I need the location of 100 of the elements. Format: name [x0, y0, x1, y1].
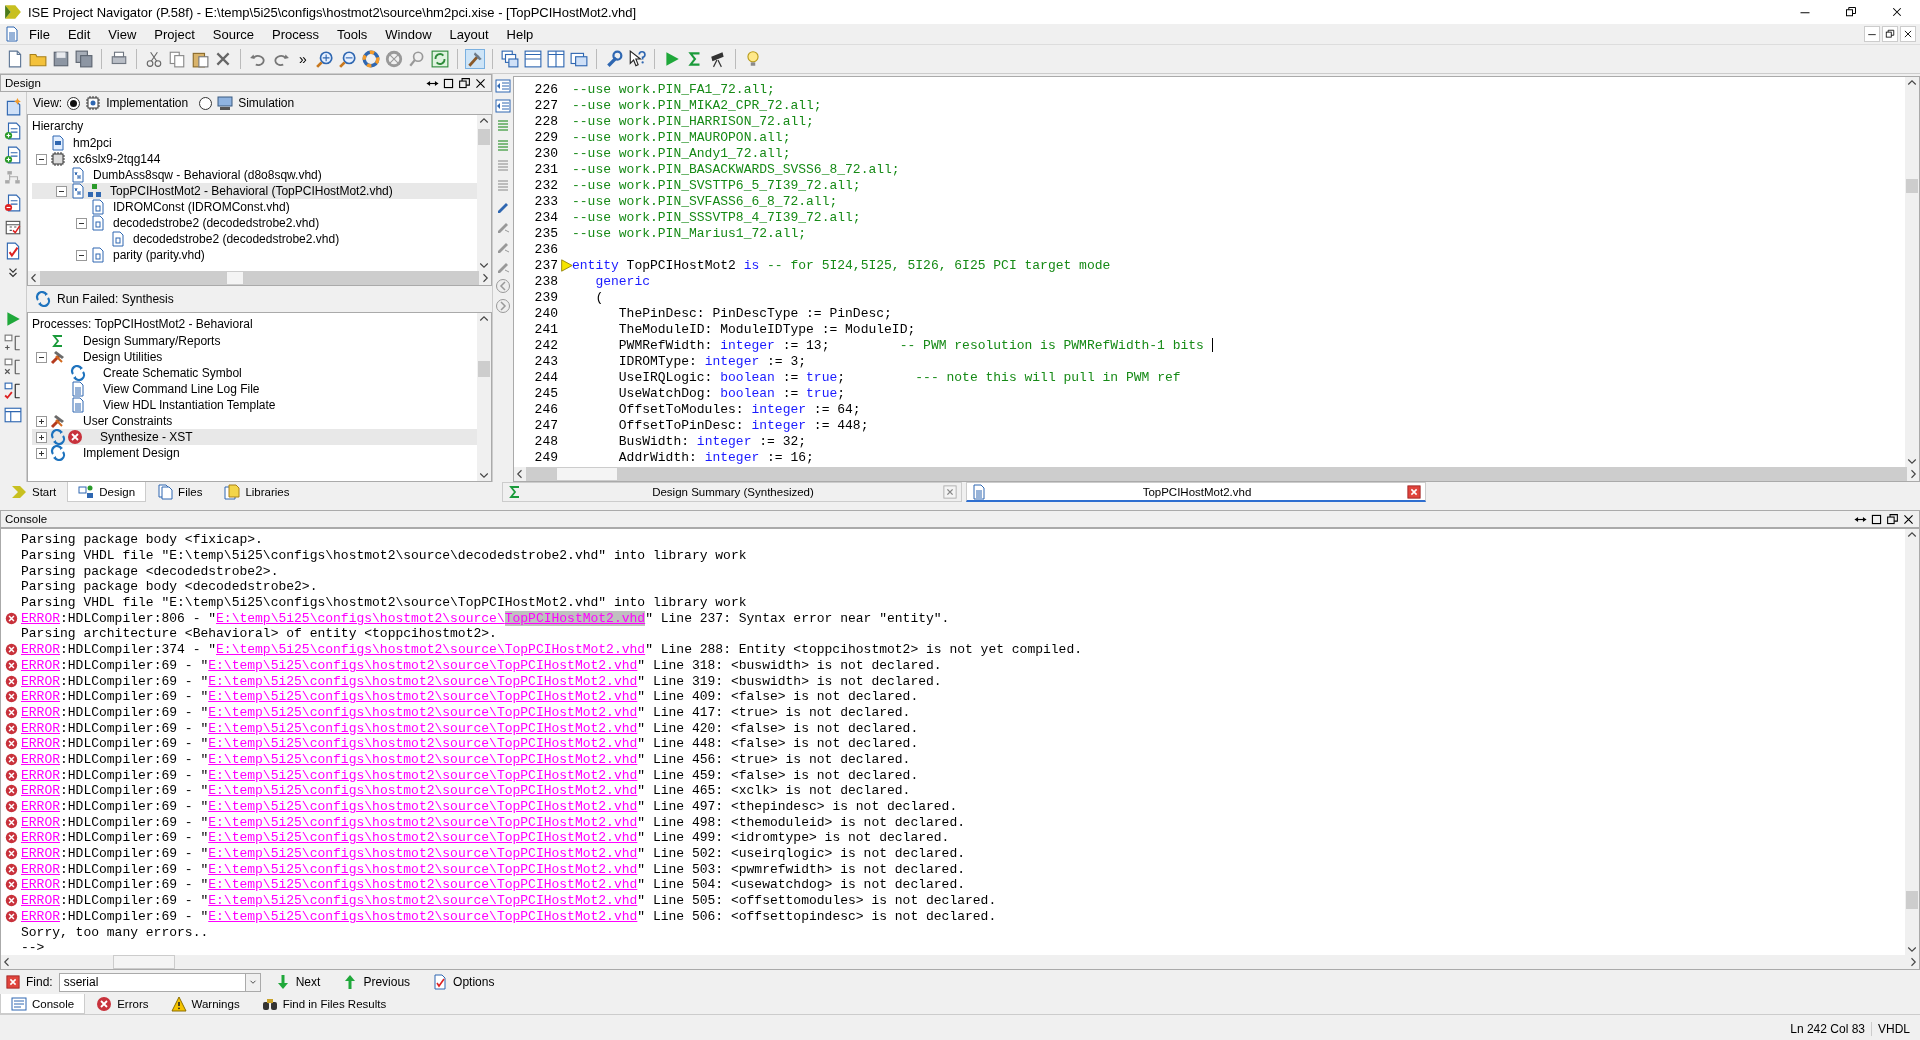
refresh-icon[interactable]: [430, 50, 449, 68]
tree-item[interactable]: Implement Design: [32, 445, 477, 461]
telescope-icon[interactable]: [708, 50, 727, 68]
restore-icon[interactable]: [458, 76, 471, 90]
minimize-button[interactable]: [1864, 26, 1880, 42]
menu-item[interactable]: Source: [203, 24, 263, 44]
menu-item[interactable]: Edit: [58, 24, 100, 44]
editor-tab[interactable]: TopPCIHostMot2.vhd: [966, 482, 1426, 502]
close-tab-icon[interactable]: [1407, 484, 1421, 499]
indent-icon[interactable]: [495, 78, 511, 94]
menu-item[interactable]: Window: [376, 24, 441, 44]
menu-item[interactable]: Process: [263, 24, 328, 44]
tree-item[interactable]: Design Utilities: [32, 349, 477, 365]
radio-button[interactable]: [67, 96, 81, 110]
panel-tab[interactable]: Design: [67, 482, 147, 502]
indent-icon[interactable]: [495, 98, 511, 114]
find-button[interactable]: Previous: [334, 974, 419, 990]
toolbar-overflow[interactable]: »: [295, 51, 311, 67]
scrollbar-thumb[interactable]: [556, 467, 618, 481]
cascade-windows-icon[interactable]: [500, 50, 519, 68]
console-tab[interactable]: Warnings: [159, 994, 251, 1014]
find-field[interactable]: sserial: [58, 972, 245, 992]
scrollbar-thumb[interactable]: [478, 361, 490, 377]
new-file-icon[interactable]: [6, 50, 24, 68]
tree-item[interactable]: Design Summary/Reports: [32, 333, 477, 349]
add-file-icon[interactable]: [4, 122, 22, 140]
process-icon[interactable]: [4, 334, 22, 352]
console-tab[interactable]: Errors: [85, 994, 160, 1014]
wrench-icon[interactable]: [604, 50, 623, 68]
tree-item[interactable]: hm2pci: [32, 135, 477, 151]
vertical-scrollbar[interactable]: [477, 115, 491, 271]
table-icon[interactable]: [4, 406, 22, 424]
process-check-icon[interactable]: [4, 382, 22, 400]
radio-button[interactable]: [199, 96, 213, 110]
zoom-out-icon[interactable]: [338, 50, 357, 68]
tree-item[interactable]: View Command Line Log File: [32, 381, 477, 397]
maximize-icon[interactable]: [442, 76, 455, 90]
save-icon[interactable]: [52, 50, 70, 68]
close-button[interactable]: [1900, 26, 1916, 42]
tree-item[interactable]: View HDL Instantiation Template: [32, 397, 477, 413]
tree-item[interactable]: Synthesize - XST: [32, 429, 477, 445]
panel-tab[interactable]: Libraries: [213, 482, 301, 502]
delete-icon[interactable]: [214, 50, 232, 68]
vertical-scrollbar[interactable]: [477, 313, 491, 481]
play-icon[interactable]: [4, 310, 22, 328]
zoom-in-icon[interactable]: [315, 50, 334, 68]
console-tab[interactable]: Console: [0, 994, 86, 1014]
menu-item[interactable]: File: [20, 24, 59, 44]
panel-tab[interactable]: Start: [0, 482, 68, 502]
scrollbar-thumb[interactable]: [1906, 891, 1918, 909]
new-source-icon[interactable]: [4, 98, 22, 116]
editor-tab[interactable]: Design Summary (Synthesized): [502, 482, 962, 502]
horizontal-scrollbar[interactable]: [514, 467, 1919, 481]
vertical-scrollbar[interactable]: [1905, 77, 1919, 467]
scrollbar-thumb[interactable]: [226, 271, 244, 285]
tree-item[interactable]: xc6slx9-2tqg144: [32, 151, 477, 167]
tree-item[interactable]: decodedstrobe2 (decodedstrobe2.vhd): [32, 215, 477, 231]
tree-item[interactable]: TopPCIHostMot2 - Behavioral (TopPCIHostMot2.vhd): [32, 183, 477, 199]
menu-item[interactable]: Layout: [440, 24, 498, 44]
ring-icon[interactable]: [361, 50, 380, 68]
scrollbar-thumb[interactable]: [1906, 179, 1918, 193]
tree-item[interactable]: Create Schematic Symbol: [32, 365, 477, 381]
calendar-check-icon[interactable]: [4, 218, 22, 236]
scrollbar-thumb[interactable]: [478, 129, 490, 145]
windows-icon[interactable]: [569, 50, 588, 68]
close-tab-icon[interactable]: [943, 485, 957, 499]
tree-item[interactable]: DumbAss8sqw - Behavioral (d8o8sqw.vhd): [32, 167, 477, 183]
tree-item[interactable]: parity (parity.vhd): [32, 247, 477, 263]
process-icon[interactable]: [4, 358, 22, 376]
scrollbar-thumb[interactable]: [113, 955, 175, 969]
find-button[interactable]: Options: [424, 974, 503, 990]
cut-icon[interactable]: [145, 50, 163, 68]
menu-item[interactable]: View: [99, 24, 146, 44]
expand-more-icon[interactable]: [6, 266, 20, 280]
add-file-icon[interactable]: [4, 146, 22, 164]
find-button[interactable]: Next: [266, 974, 329, 990]
menu-item[interactable]: Project: [145, 24, 204, 44]
tree-item[interactable]: IDROMConst (IDROMConst.vhd): [32, 199, 477, 215]
horizontal-scrollbar[interactable]: [1, 955, 1919, 969]
tile-horizontal-icon[interactable]: [523, 50, 542, 68]
menu-item[interactable]: Help: [497, 24, 543, 44]
close-icon[interactable]: [474, 76, 487, 90]
help-pointer-icon[interactable]: [627, 50, 646, 68]
close-icon[interactable]: [1902, 512, 1915, 526]
tile-vertical-icon[interactable]: [546, 50, 565, 68]
checked-document-icon[interactable]: [4, 242, 22, 260]
save-all-icon[interactable]: [75, 50, 93, 68]
close-find-icon[interactable]: [6, 975, 20, 989]
restore-button[interactable]: [1882, 26, 1898, 42]
remove-file-icon[interactable]: [4, 194, 22, 212]
tree-item[interactable]: decodedstrobe2 (decodedstrobe2.vhd): [32, 231, 477, 247]
copy-icon[interactable]: [168, 50, 186, 68]
menu-item[interactable]: Tools: [327, 24, 377, 44]
code-editor[interactable]: [513, 76, 1920, 482]
maximize-icon[interactable]: [1870, 512, 1883, 526]
vertical-scrollbar[interactable]: [1905, 529, 1919, 955]
console-tab[interactable]: Find in Files Results: [250, 994, 398, 1014]
restore-icon[interactable]: [1886, 512, 1899, 526]
horizontal-scrollbar[interactable]: [28, 271, 491, 285]
paste-icon[interactable]: [191, 50, 209, 68]
